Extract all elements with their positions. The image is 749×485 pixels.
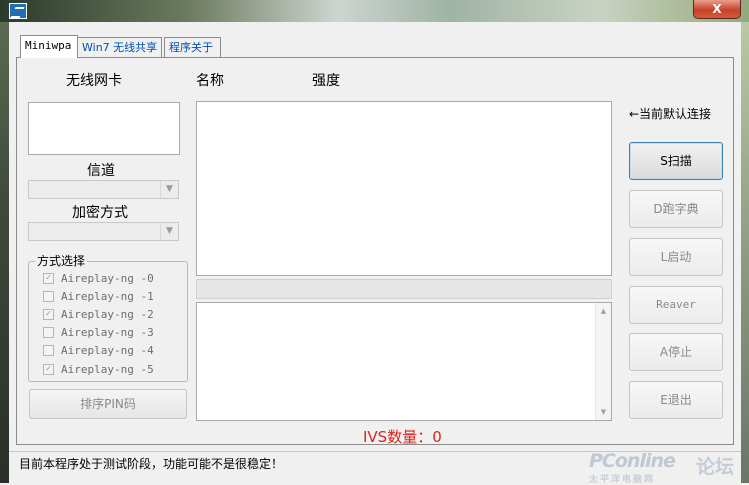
dictionary-button[interactable]: D跑字典 xyxy=(629,190,723,228)
stop-button[interactable]: A停止 xyxy=(629,333,723,371)
chevron-down-icon: ▼ xyxy=(160,223,178,240)
start-button[interactable]: L启动 xyxy=(629,238,723,276)
column-strength-header: 强度 xyxy=(312,73,340,89)
status-text: 目前本程序处于测试阶段，功能可能不是很稳定！ xyxy=(19,457,284,471)
ivs-count: IVS数量：0 xyxy=(363,428,442,446)
chevron-down-icon: ▼ xyxy=(160,181,178,198)
channel-label: 信道 xyxy=(87,163,115,179)
exit-button[interactable]: E退出 xyxy=(629,381,723,419)
tab-about[interactable]: 程序关于 xyxy=(164,37,221,57)
progress-bar xyxy=(196,279,612,299)
encryption-select[interactable]: ▼ xyxy=(28,222,179,241)
mode-option-label: Aireplay-ng -4 xyxy=(61,344,154,357)
scroll-up-arrow-icon[interactable]: ▲ xyxy=(596,304,611,318)
watermark-forum: 论坛 xyxy=(696,456,735,478)
watermark-brand: PConline xyxy=(589,450,676,472)
reaver-button[interactable]: Reaver xyxy=(629,286,723,324)
scroll-down-arrow-icon[interactable]: ▼ xyxy=(596,405,611,419)
close-button[interactable]: X xyxy=(693,0,741,19)
checkbox[interactable]: ✓ xyxy=(43,364,54,375)
title-bar: X xyxy=(0,0,749,22)
mode-option-label: Aireplay-ng -1 xyxy=(61,290,154,303)
client-area: Miniwpa Win7 无线共享 程序关于 无线网卡 信道 ▼ 加密方式 ▼ … xyxy=(9,22,741,485)
watermark-subtitle: 太平洋电脑网 xyxy=(589,475,656,485)
window-frame-right xyxy=(741,22,749,483)
checkbox[interactable] xyxy=(43,345,54,356)
checkbox[interactable] xyxy=(43,327,54,338)
app-icon xyxy=(9,3,27,19)
log-output[interactable]: ▲ ▼ xyxy=(196,302,612,421)
mode-option-label: Aireplay-ng -0 xyxy=(61,272,154,285)
column-name-header: 名称 xyxy=(196,73,224,89)
checkbox[interactable]: ✓ xyxy=(43,309,54,320)
tab-win7-share[interactable]: Win7 无线共享 xyxy=(77,37,162,57)
sort-pin-button[interactable]: 排序PIN码 xyxy=(29,389,187,419)
channel-select[interactable]: ▼ xyxy=(28,180,179,199)
adapter-label: 无线网卡 xyxy=(66,73,122,89)
checkbox[interactable]: ✓ xyxy=(43,273,54,284)
window-frame-left xyxy=(0,22,9,483)
scan-button[interactable]: S扫描 xyxy=(629,142,723,180)
network-list[interactable] xyxy=(196,101,612,276)
checkbox[interactable] xyxy=(43,291,54,302)
default-connection-note: ←当前默认连接 xyxy=(629,107,712,121)
adapter-list[interactable] xyxy=(28,102,180,155)
encryption-label: 加密方式 xyxy=(72,205,128,221)
log-scrollbar[interactable]: ▲ ▼ xyxy=(595,303,611,420)
pconline-watermark: PConline 论坛 太平洋电脑网 xyxy=(589,450,741,485)
mode-option-label: Aireplay-ng -3 xyxy=(61,326,154,339)
mode-option-label: Aireplay-ng -5 xyxy=(61,363,154,376)
tab-miniwpa[interactable]: Miniwpa xyxy=(20,35,78,58)
mode-option-label: Aireplay-ng -2 xyxy=(61,308,154,321)
mode-group-title: 方式选择 xyxy=(35,252,88,269)
